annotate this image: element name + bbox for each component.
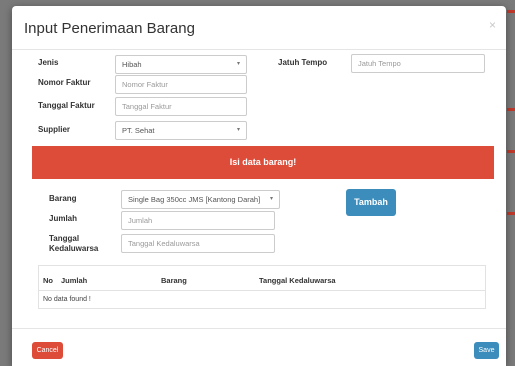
jenis-select[interactable]: Hibah ▾ — [115, 55, 247, 74]
barang-select[interactable]: Single Bag 350cc JMS [Kantong Darah] ▾ — [121, 190, 280, 209]
footer-divider — [12, 328, 506, 329]
tanggal-kedaluwarsa-label: Tanggal Kedaluwarsa — [49, 234, 98, 254]
modal-dialog: Input Penerimaan Barang × Jenis Hibah ▾ … — [12, 6, 506, 366]
chevron-down-icon: ▾ — [269, 196, 273, 202]
tanggal-kedaluwarsa-input[interactable]: Tanggal Kedaluwarsa — [121, 234, 275, 253]
jenis-label: Jenis — [38, 58, 59, 67]
header-divider — [12, 49, 506, 50]
close-icon[interactable]: × — [489, 18, 496, 32]
tanggal-kedaluwarsa-label-line1: Tanggal — [49, 234, 80, 243]
cancel-button[interactable]: Cancel — [32, 342, 63, 359]
column-header-no: No — [43, 276, 53, 285]
chevron-down-icon: ▾ — [236, 61, 240, 67]
jenis-value: Hibah — [122, 60, 142, 69]
nomor-faktur-label: Nomor Faktur — [38, 78, 91, 87]
alert-banner: Isi data barang! — [32, 146, 494, 179]
modal-title: Input Penerimaan Barang — [24, 20, 195, 37]
supplier-value: PT. Sehat — [122, 126, 155, 135]
nomor-faktur-input[interactable]: Nomor Faktur — [115, 75, 247, 94]
jatuh-tempo-input[interactable]: Jatuh Tempo — [351, 54, 485, 73]
empty-table-message: No data found ! — [43, 296, 91, 303]
tambah-button[interactable]: Tambah — [346, 189, 396, 216]
barang-label: Barang — [49, 194, 77, 203]
supplier-label: Supplier — [38, 125, 71, 134]
jumlah-label: Jumlah — [49, 214, 78, 223]
background-accent — [507, 108, 515, 111]
table-header-divider — [39, 290, 485, 291]
jatuh-tempo-label: Jatuh Tempo — [278, 58, 328, 67]
background-accent — [507, 10, 515, 13]
tanggal-faktur-input[interactable]: Tanggal Faktur — [115, 97, 247, 116]
items-table: No Jumlah Barang Tanggal Kedaluwarsa No … — [38, 265, 486, 309]
tanggal-faktur-label: Tanggal Faktur — [38, 101, 95, 110]
save-button[interactable]: Save — [474, 342, 499, 359]
jumlah-input[interactable]: Jumlah — [121, 211, 275, 230]
column-header-jumlah: Jumlah — [61, 276, 88, 285]
column-header-barang: Barang — [161, 276, 187, 285]
column-header-tanggal-kedaluwarsa: Tanggal Kedaluwarsa — [259, 276, 336, 285]
chevron-down-icon: ▾ — [236, 127, 240, 133]
background-accent — [507, 150, 515, 153]
barang-value: Single Bag 350cc JMS [Kantong Darah] — [128, 195, 261, 204]
supplier-select[interactable]: PT. Sehat ▾ — [115, 121, 247, 140]
tanggal-kedaluwarsa-label-line2: Kedaluwarsa — [49, 244, 99, 253]
background-accent — [507, 212, 515, 215]
